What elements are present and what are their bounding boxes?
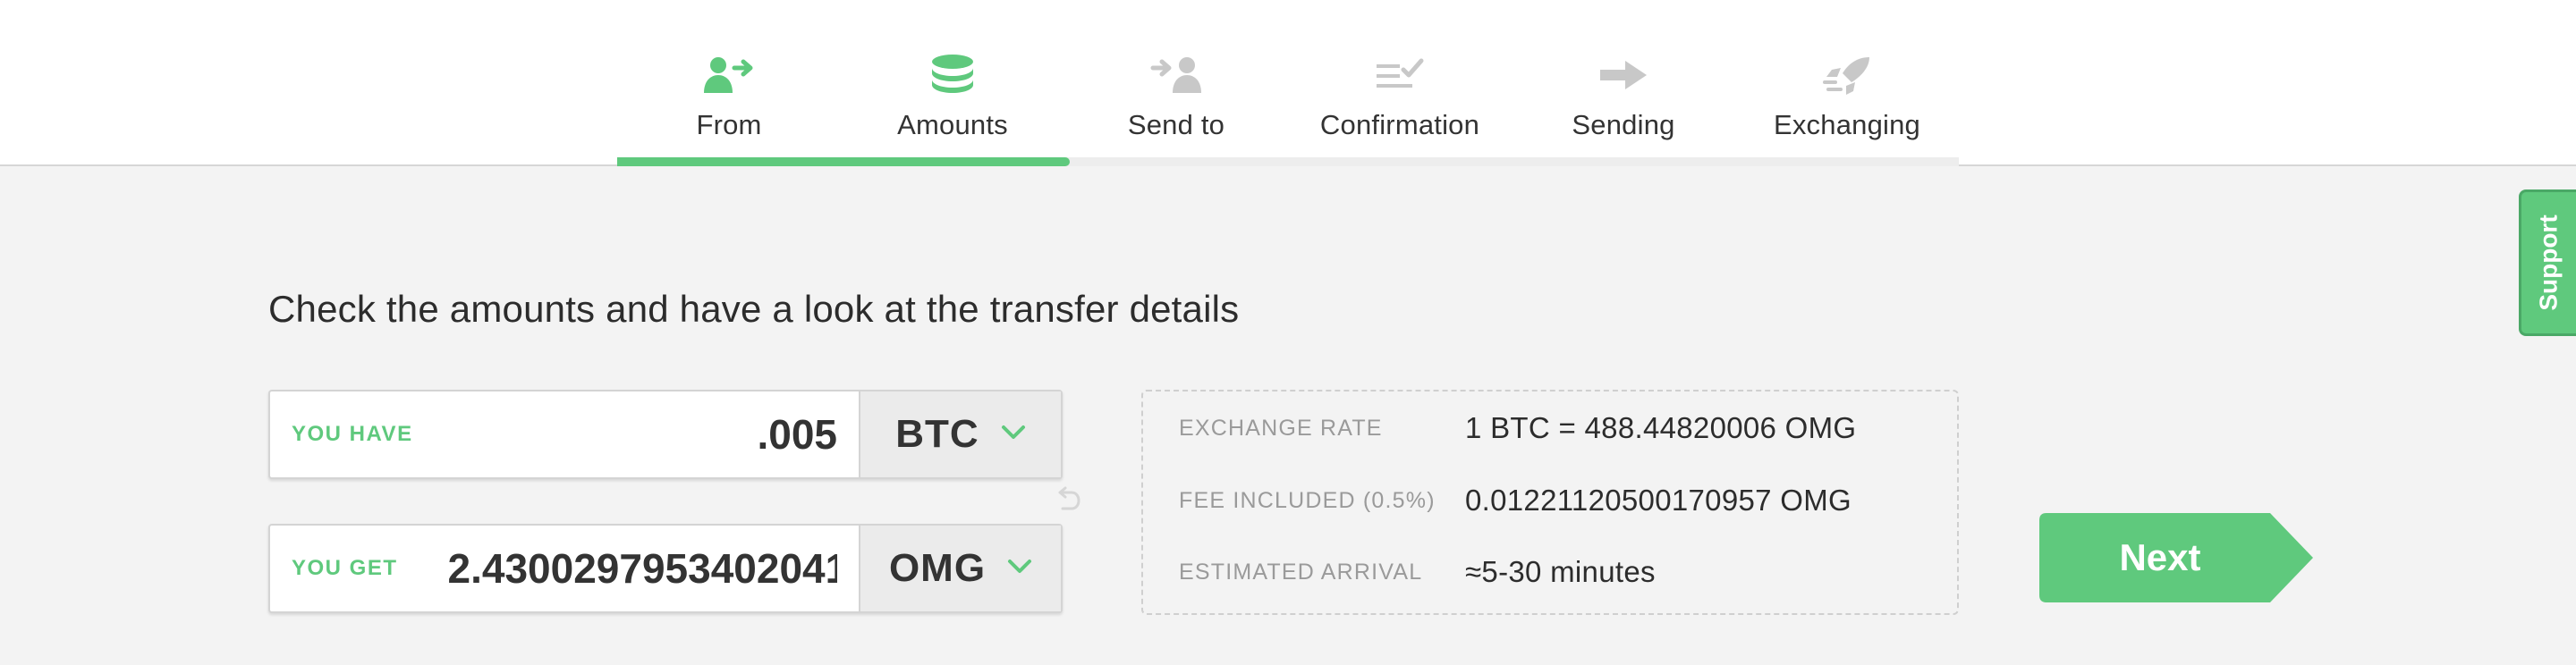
step-amounts[interactable]: Amounts bbox=[841, 0, 1064, 166]
exchange-rate-label: EXCHANGE RATE bbox=[1179, 415, 1383, 441]
you-get-label: YOU GET bbox=[292, 556, 398, 580]
coins-stack-icon bbox=[924, 52, 981, 98]
you-get-amount-area: YOU GET bbox=[270, 526, 859, 611]
step-label: Exchanging bbox=[1773, 109, 1920, 140]
step-label: Sending bbox=[1572, 109, 1675, 140]
step-from[interactable]: From bbox=[617, 0, 841, 166]
exchange-rate-row: EXCHANGE RATE 1 BTC = 488.44820006 OMG bbox=[1179, 411, 1948, 445]
step-label: Confirmation bbox=[1319, 109, 1480, 140]
arrival-label: ESTIMATED ARRIVAL bbox=[1179, 559, 1423, 585]
you-have-field: YOU HAVE BTC bbox=[268, 390, 1063, 479]
you-have-currency-select[interactable]: BTC bbox=[859, 391, 1061, 477]
step-label: Send to bbox=[1127, 109, 1225, 140]
step-label: From bbox=[696, 109, 762, 140]
rocket-icon bbox=[1818, 52, 1876, 98]
fee-value: 0.01221120500170957 OMG bbox=[1465, 484, 1852, 517]
you-get-currency-select[interactable]: OMG bbox=[859, 526, 1061, 611]
arrow-right-icon bbox=[1595, 52, 1652, 98]
page-heading: Check the amounts and have a look at the… bbox=[268, 288, 1240, 330]
steps: From Amounts Send to Confirmation Sendin… bbox=[617, 0, 1959, 166]
you-have-input[interactable] bbox=[412, 410, 837, 459]
support-label: Support bbox=[2534, 215, 2563, 311]
user-transfer-icon bbox=[700, 52, 758, 98]
fee-label: FEE INCLUDED (0.5%) bbox=[1179, 487, 1436, 513]
step-exchanging[interactable]: Exchanging bbox=[1735, 0, 1959, 166]
step-sending[interactable]: Sending bbox=[1512, 0, 1735, 166]
step-send-to[interactable]: Send to bbox=[1064, 0, 1288, 166]
transfer-details: EXCHANGE RATE 1 BTC = 488.44820006 OMG F… bbox=[1141, 390, 1959, 615]
chevron-down-icon bbox=[1007, 559, 1032, 579]
swap-icon[interactable] bbox=[1052, 485, 1082, 516]
you-get-input[interactable] bbox=[447, 544, 837, 593]
you-get-field: YOU GET OMG bbox=[268, 524, 1063, 613]
you-have-label: YOU HAVE bbox=[292, 422, 413, 446]
exchange-rate-value: 1 BTC = 488.44820006 OMG bbox=[1465, 411, 1857, 444]
next-button[interactable]: Next bbox=[2039, 513, 2313, 602]
currency-code: OMG bbox=[888, 546, 987, 590]
support-tab[interactable]: Support bbox=[2519, 189, 2576, 336]
progress-track bbox=[617, 157, 1959, 166]
currency-code: BTC bbox=[895, 412, 979, 456]
arrival-row: ESTIMATED ARRIVAL ≈5-30 minutes bbox=[1179, 555, 1948, 589]
fee-row: FEE INCLUDED (0.5%) 0.01221120500170957 … bbox=[1179, 484, 1948, 518]
next-button-label: Next bbox=[2119, 536, 2201, 578]
stepper-bar: From Amounts Send to Confirmation Sendin… bbox=[0, 0, 2576, 166]
checklist-icon bbox=[1371, 52, 1428, 98]
you-have-amount-area: YOU HAVE bbox=[270, 391, 859, 477]
arrival-value: ≈5-30 minutes bbox=[1465, 555, 1656, 588]
progress-fill bbox=[617, 157, 1070, 166]
step-confirmation[interactable]: Confirmation bbox=[1288, 0, 1512, 166]
chevron-down-icon bbox=[1001, 425, 1026, 445]
step-label: Amounts bbox=[897, 109, 1008, 140]
send-to-user-icon bbox=[1148, 52, 1205, 98]
